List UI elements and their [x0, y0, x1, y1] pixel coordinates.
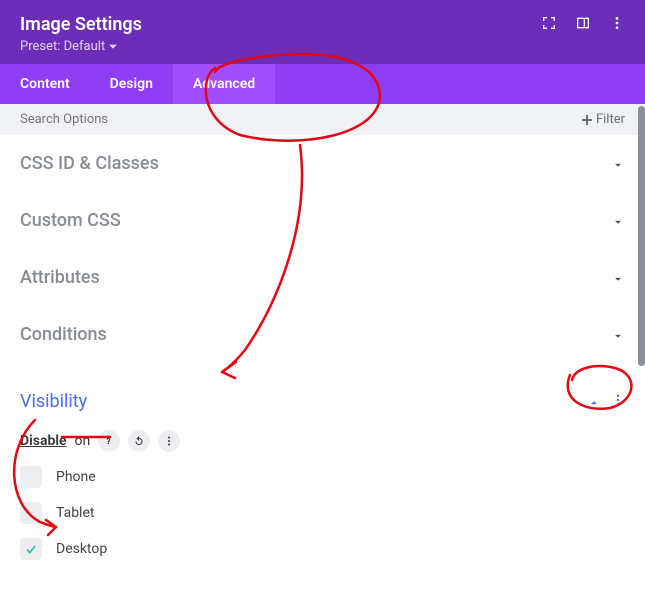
panel-icon[interactable]: [575, 15, 591, 35]
option-label: Desktop: [56, 541, 107, 557]
tab-advanced[interactable]: Advanced: [173, 64, 275, 104]
section-more-icon[interactable]: [611, 392, 625, 411]
option-desktop: Desktop: [20, 538, 625, 560]
option-label: Phone: [56, 469, 96, 485]
filter-button[interactable]: Filter: [582, 112, 625, 127]
tab-design[interactable]: Design: [90, 64, 173, 104]
on-label: on: [75, 433, 91, 449]
search-input[interactable]: [20, 112, 220, 127]
chevron-down-icon: [611, 328, 625, 342]
help-button[interactable]: ?: [98, 430, 120, 452]
checkbox-tablet[interactable]: [20, 502, 42, 524]
disable-on-row: Disable on ?: [20, 430, 625, 452]
plus-icon: [582, 115, 592, 125]
option-tablet: Tablet: [20, 502, 625, 524]
header-top-row: Image Settings: [20, 14, 625, 35]
svg-text:?: ?: [107, 437, 111, 446]
option-label: Tablet: [56, 505, 94, 521]
option-more-button[interactable]: [158, 430, 180, 452]
section-title: CSS ID & Classes: [20, 153, 159, 174]
section-tools: [587, 392, 625, 411]
section-attributes[interactable]: Attributes: [0, 249, 645, 306]
preset-label: Preset: Default: [20, 39, 105, 54]
option-phone: Phone: [20, 466, 625, 488]
filter-label: Filter: [596, 112, 625, 127]
checkbox-desktop[interactable]: [20, 538, 42, 560]
search-row: Filter: [0, 104, 645, 135]
section-visibility[interactable]: Visibility: [0, 363, 645, 430]
tab-content[interactable]: Content: [0, 64, 90, 104]
more-icon[interactable]: [609, 15, 625, 35]
disable-label: Disable: [20, 433, 67, 449]
preset-selector[interactable]: Preset: Default: [20, 39, 625, 54]
settings-header: Image Settings Preset: Default: [0, 0, 645, 64]
section-conditions[interactable]: Conditions: [0, 306, 645, 363]
section-title: Visibility: [20, 391, 87, 412]
caret-down-icon: [109, 43, 117, 51]
chevron-down-icon: [611, 157, 625, 171]
section-title: Custom CSS: [20, 210, 121, 231]
section-custom-css[interactable]: Custom CSS: [0, 192, 645, 249]
page-title: Image Settings: [20, 14, 142, 35]
chevron-up-icon[interactable]: [587, 395, 601, 409]
chevron-down-icon: [611, 214, 625, 228]
section-css-id-classes[interactable]: CSS ID & Classes: [0, 135, 645, 192]
checkbox-phone[interactable]: [20, 466, 42, 488]
visibility-body: Disable on ? Phone Tablet Desktop: [0, 430, 645, 594]
scrollbar[interactable]: [638, 106, 645, 366]
section-title: Conditions: [20, 324, 107, 345]
section-title: Attributes: [20, 267, 100, 288]
tabs-bar: Content Design Advanced: [0, 64, 645, 104]
header-actions: [541, 15, 625, 35]
sections-list: CSS ID & Classes Custom CSS Attributes C…: [0, 135, 645, 594]
expand-icon[interactable]: [541, 15, 557, 35]
chevron-down-icon: [611, 271, 625, 285]
reset-button[interactable]: [128, 430, 150, 452]
